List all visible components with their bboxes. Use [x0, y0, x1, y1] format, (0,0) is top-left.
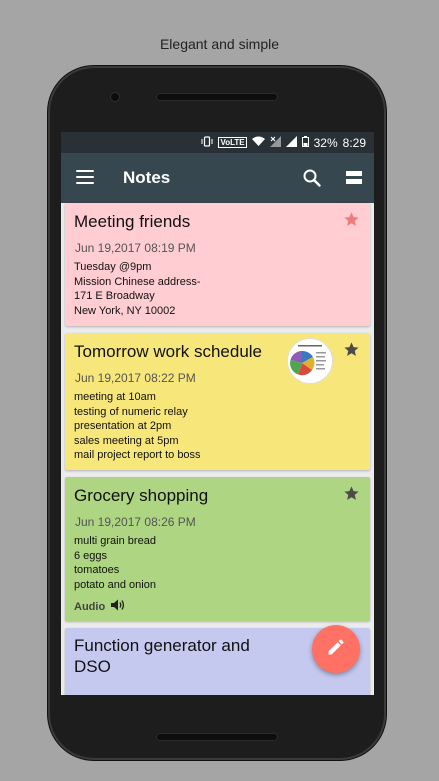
screen: VoLTE 32% 8:29 Notes Meeting friends Jun…: [61, 132, 374, 695]
star-icon[interactable]: [343, 341, 360, 358]
caption: Elegant and simple: [159, 36, 280, 52]
note-body: meeting at 10am testing of numeric relay…: [74, 390, 201, 463]
no-signal-icon: [269, 135, 281, 150]
note-line: tomatoes: [74, 564, 120, 576]
status-bar: VoLTE 32% 8:29: [61, 132, 374, 153]
note-line: testing of numeric relay: [74, 405, 188, 418]
phone-frame: VoLTE 32% 8:29 Notes Meeting friends Jun…: [48, 66, 386, 760]
edit-pencil-icon: [326, 637, 346, 662]
note-title: Function generator and DSO: [74, 636, 250, 676]
earpiece-speaker: [156, 93, 278, 101]
note-line: potato and onion: [74, 578, 156, 591]
note-date: Jun 19,2017 08:22 PM: [75, 371, 196, 385]
view-toggle-icon[interactable]: [346, 171, 362, 184]
note-line: 171 E Broadway: [74, 290, 155, 302]
speaker-icon: [111, 599, 125, 614]
note-date: Jun 19,2017 08:26 PM: [75, 515, 196, 529]
note-line: presentation at 2pm: [74, 420, 172, 432]
note-line: mail project report to boss: [74, 449, 201, 461]
hamburger-menu-icon[interactable]: [76, 170, 94, 186]
note-body: Tuesday @9pm Mission Chinese address- 17…: [74, 260, 201, 318]
note-title: Meeting friends: [74, 212, 191, 231]
note-line: Mission Chinese address-: [74, 275, 201, 288]
note-title: Tomorrow work schedule: [74, 342, 263, 361]
search-icon[interactable]: [302, 168, 322, 188]
pie-chart-thumbnail: [288, 339, 332, 383]
note-date: Jun 19,2017 08:19 PM: [75, 241, 196, 255]
volte-badge: VoLTE: [218, 137, 247, 148]
note-card[interactable]: Meeting friends Jun 19,2017 08:19 PM Tue…: [65, 203, 370, 326]
note-card[interactable]: Tomorrow work schedule Jun 19,2017 08:22…: [65, 333, 370, 470]
battery-percent: 32%: [313, 135, 338, 150]
star-icon[interactable]: [343, 211, 360, 228]
audio-attachment[interactable]: Audio: [74, 599, 125, 614]
front-camera: [110, 92, 120, 102]
vibrate-icon: [201, 135, 213, 150]
audio-label: Audio: [74, 600, 106, 613]
note-line: multi grain bread: [74, 535, 156, 547]
new-note-fab[interactable]: [312, 625, 360, 673]
wifi-icon: [251, 136, 265, 150]
note-line: meeting at 10am: [74, 391, 156, 403]
note-line: New York, NY 10002: [74, 304, 176, 317]
cell-signal-icon: [285, 135, 297, 150]
note-card[interactable]: Grocery shopping Jun 19,2017 08:26 PM mu…: [65, 477, 370, 621]
note-body: multi grain bread 6 eggs tomatoes potato…: [74, 534, 156, 592]
note-line: sales meeting at 5pm: [74, 434, 179, 447]
toolbar-title: Notes: [123, 168, 171, 187]
note-line: 6 eggs: [74, 549, 108, 562]
bottom-speaker: [156, 733, 278, 741]
star-icon[interactable]: [343, 485, 360, 502]
note-title: Grocery shopping: [74, 486, 209, 505]
battery-icon: [301, 135, 309, 150]
notes-list: Meeting friends Jun 19,2017 08:19 PM Tue…: [61, 203, 374, 695]
clock: 8:29: [342, 135, 366, 150]
app-toolbar: Notes: [61, 153, 374, 203]
note-line: Tuesday @9pm: [74, 261, 152, 273]
